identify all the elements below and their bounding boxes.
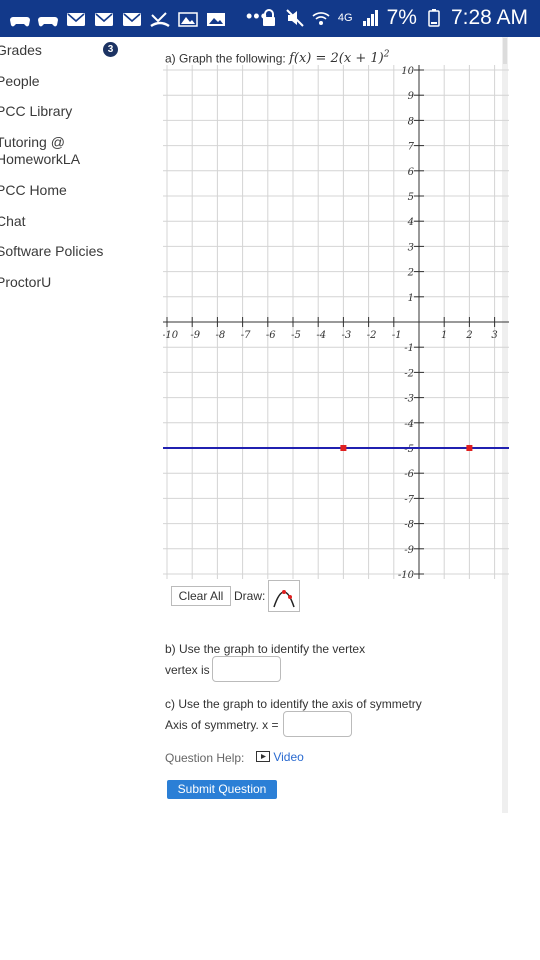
y-tick-label: -8 — [404, 520, 414, 531]
x-tick-label: -6 — [266, 330, 276, 341]
function-formula-exponent: 2 — [383, 50, 390, 60]
y-tick-label: -7 — [404, 494, 414, 505]
y-tick-label: 8 — [408, 116, 414, 127]
sidebar-item-grades[interactable]: Grades — [0, 42, 42, 59]
parabola-tool-icon — [273, 590, 295, 608]
y-tick-label: 10 — [401, 66, 414, 77]
video-icon — [256, 751, 270, 762]
x-tick-label: -9 — [190, 330, 200, 341]
submit-question-button[interactable]: Submit Question — [167, 780, 277, 799]
draw-label: Draw: — [234, 589, 266, 603]
y-tick-label: -6 — [404, 469, 414, 480]
clock: 7:28 AM — [450, 6, 528, 29]
sidebar-item-library[interactable]: PCC Library — [0, 103, 72, 120]
y-tick-label: -1 — [404, 343, 414, 354]
graph-canvas[interactable]: -10 -9 -8 -7 -6 -5 -4 -3 -2 -1 1 2 3 10 9 8 7 6 5 4 3 2 1 -1 -2 -… — [163, 65, 509, 579]
y-tick-label: -9 — [404, 545, 414, 556]
status-bar: ••• 4G 7% 7:28 AM — [0, 0, 540, 37]
y-tick-label: 2 — [407, 268, 414, 279]
question-part-b: b) Use the graph to identify the vertex — [165, 642, 366, 656]
sidebar-item-people[interactable]: People — [0, 73, 40, 90]
y-tick-label: -2 — [404, 368, 414, 379]
x-tick-label: 2 — [465, 330, 472, 341]
question-help-label: Question Help: — [165, 751, 245, 765]
y-tick-label: 4 — [407, 217, 414, 228]
plotted-point — [340, 445, 347, 451]
clear-all-button[interactable]: Clear All — [171, 586, 231, 606]
x-tick-label: 3 — [491, 330, 497, 341]
video-link-text: Video — [273, 750, 304, 764]
axis-of-symmetry-label: Axis of symmetry. x = — [165, 718, 279, 732]
missed-call-icon — [150, 11, 170, 28]
sidebar-item-software-policies[interactable]: Software Policies — [0, 243, 103, 260]
grades-count-badge: 3 — [103, 42, 118, 57]
mute-icon — [286, 9, 304, 27]
x-tick-label: -2 — [367, 330, 377, 341]
x-tick-label: -10 — [163, 330, 179, 341]
x-tick-label: -4 — [316, 330, 326, 341]
sidebar-item-pcc-home[interactable]: PCC Home — [0, 182, 67, 199]
battery-percent: 7% — [386, 6, 417, 29]
y-tick-label: -10 — [398, 570, 415, 579]
y-tick-label: -5 — [404, 444, 414, 455]
plotted-point — [466, 445, 473, 451]
y-tick-label: 3 — [408, 242, 414, 253]
y-tick-label: 7 — [408, 142, 415, 153]
game-controller-icon — [38, 11, 58, 28]
x-tick-label: -7 — [241, 330, 251, 341]
signal-icon — [361, 9, 379, 27]
x-tick-label: 1 — [441, 330, 447, 341]
x-tick-label: -8 — [216, 330, 226, 341]
sidebar-item-proctoru[interactable]: ProctorU — [0, 274, 51, 291]
parabola-tool-button[interactable] — [268, 580, 300, 612]
game-controller-icon — [10, 11, 30, 28]
y-tick-label: 1 — [408, 293, 414, 304]
battery-icon — [425, 9, 443, 27]
question-part-a-text: a) Graph the following: — [165, 51, 290, 66]
image-icon — [206, 11, 226, 28]
mail-icon — [122, 11, 142, 28]
wifi-icon — [312, 9, 330, 27]
mail-icon — [66, 11, 86, 28]
video-help-link[interactable]: Video — [256, 750, 304, 764]
photo-mail-icon — [178, 11, 198, 28]
y-tick-label: 5 — [408, 192, 414, 203]
system-status: 4G 7% 7:28 AM — [260, 6, 528, 30]
lock-icon — [260, 9, 278, 27]
x-tick-label: -5 — [291, 330, 301, 341]
vertex-input[interactable] — [212, 656, 281, 682]
axis-of-symmetry-input[interactable] — [283, 711, 352, 737]
course-navigation: Grades 3 People PCC Library Tutoring @ H… — [0, 37, 150, 960]
question-part-c: c) Use the graph to identify the axis of… — [165, 697, 422, 711]
question-part-a: a) Graph the following: f(x) = 2(x + 1)2 — [165, 50, 389, 66]
x-tick-label: -3 — [342, 330, 352, 341]
x-tick-label: -1 — [392, 330, 402, 341]
y-tick-label: 9 — [408, 91, 415, 102]
scrollbar-thumb[interactable] — [503, 38, 507, 64]
sidebar-item-chat[interactable]: Chat — [0, 213, 26, 230]
sidebar-item-tutoring[interactable]: Tutoring @ HomeworkLA — [0, 134, 80, 168]
vertex-label: vertex is — [165, 663, 210, 677]
network-type: 4G — [337, 12, 353, 24]
y-tick-label: -3 — [404, 394, 414, 405]
y-tick-label: 6 — [408, 167, 415, 178]
y-tick-label: -4 — [404, 419, 414, 430]
notification-icons — [10, 8, 226, 30]
mail-icon — [94, 11, 114, 28]
